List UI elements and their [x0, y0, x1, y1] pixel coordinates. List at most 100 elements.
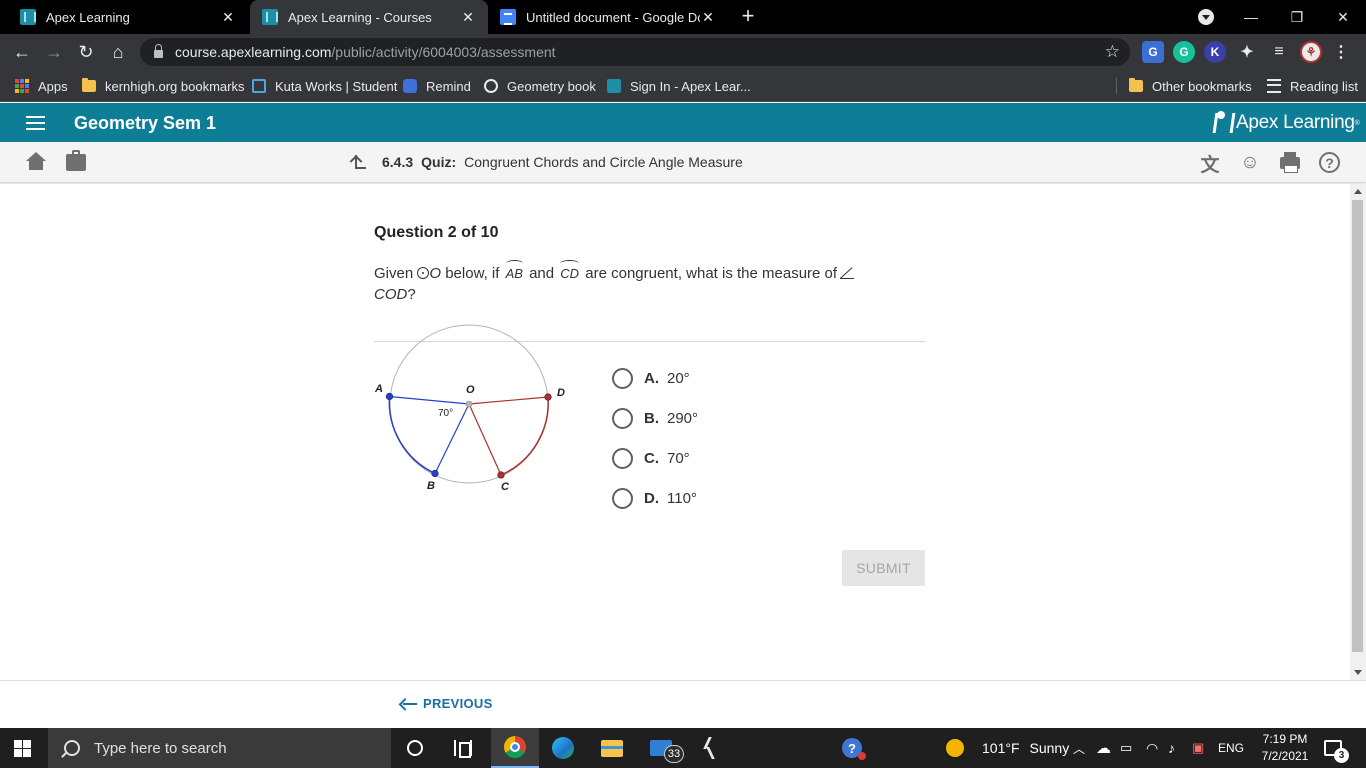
page-scrollbar[interactable] — [1350, 184, 1366, 680]
hamburger-menu-icon[interactable] — [26, 116, 45, 130]
restore-icon[interactable]: ❐ — [1274, 0, 1320, 34]
scroll-up-arrow-icon[interactable] — [1354, 189, 1362, 194]
radio-button[interactable] — [612, 407, 633, 429]
taskbar-get-help[interactable]: ? — [828, 728, 876, 768]
close-icon[interactable]: ✕ — [220, 9, 236, 26]
forward-arrow-icon[interactable]: → — [40, 38, 68, 66]
reading-list[interactable]: Reading list — [1267, 70, 1358, 102]
weather-condition: Sunny — [1029, 740, 1070, 756]
tab-apex-learning[interactable]: Apex Learning ✕ — [8, 0, 248, 34]
kuta-icon — [252, 79, 266, 93]
scroll-down-arrow-icon[interactable] — [1354, 670, 1362, 675]
address-bar[interactable]: course.apexlearning.com /public/activity… — [140, 38, 1130, 66]
close-icon[interactable]: ✕ — [460, 9, 476, 26]
chevron-up-icon[interactable]: ︿ — [1073, 728, 1085, 768]
choice-d[interactable]: D. 110° — [612, 486, 697, 510]
clock-time: 7:19 PM — [1262, 732, 1308, 746]
clock-date: 7/2/2021 — [1261, 749, 1309, 763]
choice-a[interactable]: A. 20° — [612, 366, 690, 390]
bookmark-kuta-works[interactable]: Kuta Works | Student — [252, 70, 397, 102]
bookmarks-divider — [1116, 78, 1117, 94]
scrollbar-thumb[interactable] — [1352, 200, 1363, 652]
home-icon[interactable]: ⌂ — [104, 38, 132, 66]
task-view-button[interactable] — [439, 728, 487, 768]
grammarly-icon[interactable]: G — [1173, 41, 1195, 63]
folder-icon — [601, 739, 623, 757]
google-translate-icon[interactable]: G — [1142, 41, 1164, 63]
window-close-icon[interactable]: ✕ — [1320, 0, 1366, 34]
bookmarks-bar: Apps kernhigh.org bookmarks Kuta Works |… — [0, 70, 1366, 102]
home-icon[interactable] — [26, 152, 46, 171]
question-content: Question 2 of 10 Given O below, if AB an… — [0, 184, 1350, 680]
taskbar-edge[interactable] — [539, 728, 587, 768]
battery-icon[interactable]: ▭ — [1120, 728, 1132, 768]
bookmark-label: Remind — [426, 78, 471, 94]
choice-b[interactable]: B. 290° — [612, 406, 698, 430]
bookmark-apps[interactable]: Apps — [15, 70, 68, 102]
url-path: /public/activity/6004003/assessment — [331, 44, 556, 60]
bookmark-remind[interactable]: Remind — [403, 70, 471, 102]
tab-apex-courses[interactable]: Apex Learning - Courses ✕ — [250, 0, 488, 34]
windows-taskbar: Type here to search 33 ? 101°F Sunny ︿ ☁… — [0, 728, 1366, 768]
close-icon[interactable]: ✕ — [700, 9, 716, 26]
back-arrow-icon[interactable]: ← — [8, 38, 36, 66]
taskbar-file-explorer[interactable] — [588, 728, 636, 768]
up-level-arrow-icon[interactable] — [350, 153, 366, 170]
reload-icon[interactable]: ↻ — [72, 38, 100, 66]
search-icon — [64, 740, 80, 756]
submit-button[interactable]: SUBMIT — [842, 550, 925, 586]
more-menu-icon[interactable]: ⋮ — [1330, 41, 1352, 63]
radio-button[interactable] — [612, 367, 633, 389]
language-indicator[interactable]: ENG — [1218, 728, 1244, 768]
choice-text: 70° — [667, 449, 690, 467]
bookmark-geometry-book[interactable]: Geometry book — [484, 70, 596, 102]
taskbar-search-box[interactable]: Type here to search — [48, 728, 391, 768]
translate-icon[interactable]: 文 — [1199, 152, 1221, 176]
q-circle-name: O — [429, 265, 442, 282]
kami-extension-icon[interactable]: K — [1204, 41, 1226, 63]
app-tray-icon[interactable]: ▣ — [1192, 728, 1204, 768]
bookmark-other[interactable]: Other bookmarks — [1129, 70, 1252, 102]
clock[interactable]: 7:19 PM 7/2/2021 — [1255, 731, 1315, 765]
bookmark-kernhigh[interactable]: kernhigh.org bookmarks — [82, 70, 244, 102]
read-aloud-icon[interactable]: ☺ — [1239, 152, 1261, 174]
point-c — [497, 471, 505, 479]
choice-text: 20° — [667, 369, 690, 387]
point-d — [544, 393, 552, 401]
choice-text: 110° — [667, 489, 697, 507]
weather-widget[interactable]: 101°F Sunny — [946, 728, 1069, 768]
media-queue-icon[interactable]: ≡ — [1268, 41, 1290, 63]
globe-icon — [484, 79, 498, 93]
radio-button[interactable] — [612, 447, 633, 469]
radius-oc — [468, 403, 502, 476]
apps-grid-icon — [15, 79, 29, 93]
reading-list-icon — [1267, 79, 1281, 93]
windows-start-icon[interactable] — [14, 740, 31, 757]
radius-oa — [389, 395, 470, 405]
print-icon[interactable] — [1280, 152, 1300, 173]
taskbar-app[interactable] — [686, 728, 734, 768]
help-icon[interactable]: ? — [1319, 152, 1340, 173]
wifi-icon[interactable]: ◠ — [1146, 728, 1158, 768]
cortana-icon — [407, 740, 423, 756]
arc-cd-highlight — [500, 396, 549, 476]
new-tab-button[interactable]: + — [737, 5, 759, 27]
taskbar-chrome[interactable] — [491, 728, 539, 768]
extensions-puzzle-icon[interactable]: ✦ — [1236, 41, 1258, 63]
activity-type: Quiz: — [421, 154, 457, 170]
volume-icon[interactable]: ♪ — [1168, 728, 1175, 768]
bookmark-label: Geometry book — [507, 78, 596, 94]
bookmark-star-icon[interactable]: ☆ — [1105, 42, 1120, 62]
choice-c[interactable]: C. 70° — [612, 446, 690, 470]
lock-icon — [154, 44, 163, 58]
onedrive-icon[interactable]: ☁ — [1096, 728, 1111, 768]
bookmark-apex-signin[interactable]: Sign In - Apex Lear... — [607, 70, 751, 102]
tab-search-icon[interactable] — [1198, 9, 1214, 25]
previous-button[interactable]: PREVIOUS — [402, 696, 493, 711]
briefcase-icon[interactable] — [66, 150, 86, 171]
minimize-icon[interactable]: — — [1228, 0, 1274, 34]
radio-button[interactable] — [612, 487, 633, 509]
tab-google-doc[interactable]: Untitled document - Google Doc ✕ — [488, 0, 728, 34]
profile-avatar[interactable]: ⚘ — [1300, 41, 1322, 63]
cortana-button[interactable] — [391, 728, 439, 768]
